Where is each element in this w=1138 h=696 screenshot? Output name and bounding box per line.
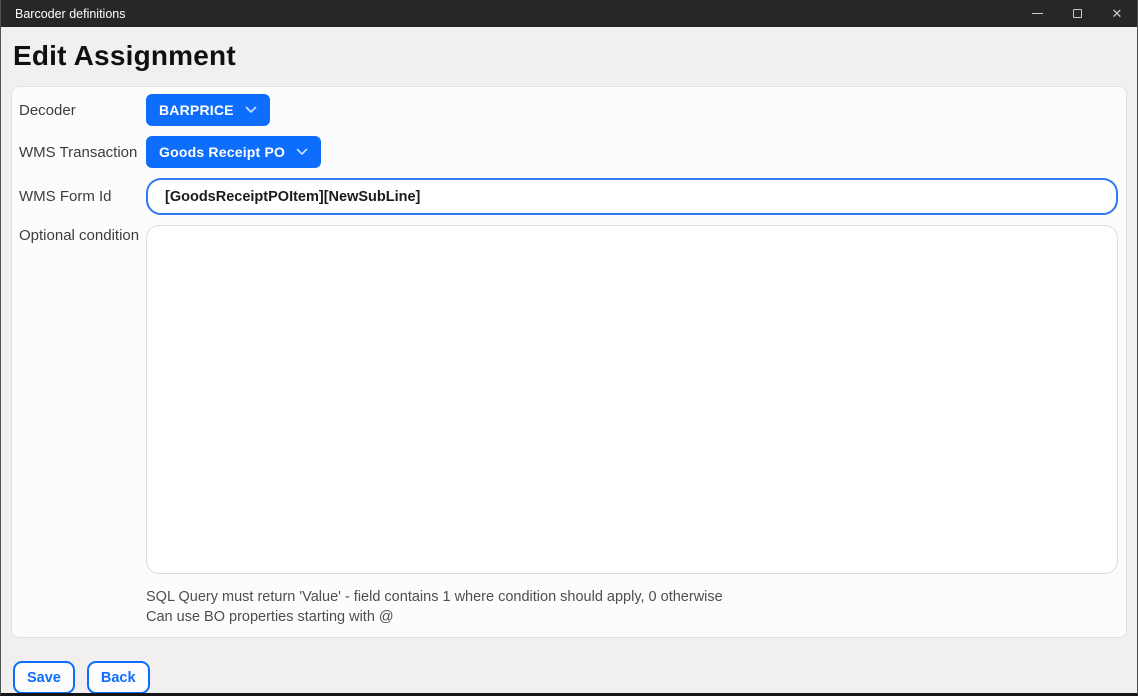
decoder-row: Decoder BARPRICE bbox=[19, 94, 1118, 126]
decoder-dropdown-value: BARPRICE bbox=[159, 102, 234, 118]
minimize-button[interactable] bbox=[1017, 0, 1057, 27]
chevron-down-icon bbox=[296, 148, 308, 156]
save-button[interactable]: Save bbox=[13, 661, 75, 694]
chevron-down-icon bbox=[245, 106, 257, 114]
help-line-2: Can use BO properties starting with @ bbox=[146, 608, 1118, 628]
optional-condition-label: Optional condition bbox=[19, 225, 146, 244]
optional-condition-help: SQL Query must return 'Value' - field co… bbox=[146, 588, 1118, 627]
close-button[interactable]: ✕ bbox=[1097, 0, 1137, 27]
optional-condition-textarea[interactable] bbox=[146, 225, 1118, 574]
wms-transaction-row: WMS Transaction Goods Receipt PO bbox=[19, 136, 1118, 168]
close-icon: ✕ bbox=[1112, 7, 1123, 20]
wms-transaction-dropdown[interactable]: Goods Receipt PO bbox=[146, 136, 321, 168]
edit-assignment-form: Decoder BARPRICE WMS Transaction Goods R… bbox=[11, 86, 1127, 638]
decoder-label: Decoder bbox=[19, 102, 146, 119]
footer-actions: Save Back bbox=[13, 661, 1125, 694]
app-window: Barcoder definitions ✕ Edit Assignment D… bbox=[0, 0, 1138, 696]
maximize-icon bbox=[1073, 9, 1082, 18]
wms-transaction-dropdown-value: Goods Receipt PO bbox=[159, 144, 285, 160]
optional-condition-row: Optional condition bbox=[19, 225, 1118, 579]
back-button[interactable]: Back bbox=[87, 661, 150, 694]
wms-form-id-label: WMS Form Id bbox=[19, 188, 146, 205]
wms-form-id-input[interactable] bbox=[146, 178, 1118, 215]
window-controls: ✕ bbox=[1017, 0, 1137, 27]
maximize-button[interactable] bbox=[1057, 0, 1097, 27]
wms-form-id-row: WMS Form Id bbox=[19, 178, 1118, 215]
minimize-icon bbox=[1032, 13, 1043, 14]
page-title: Edit Assignment bbox=[13, 39, 1125, 73]
window-title: Barcoder definitions bbox=[15, 7, 125, 21]
help-line-1: SQL Query must return 'Value' - field co… bbox=[146, 588, 1118, 608]
titlebar: Barcoder definitions ✕ bbox=[1, 0, 1137, 27]
decoder-dropdown[interactable]: BARPRICE bbox=[146, 94, 270, 126]
wms-transaction-label: WMS Transaction bbox=[19, 144, 146, 161]
